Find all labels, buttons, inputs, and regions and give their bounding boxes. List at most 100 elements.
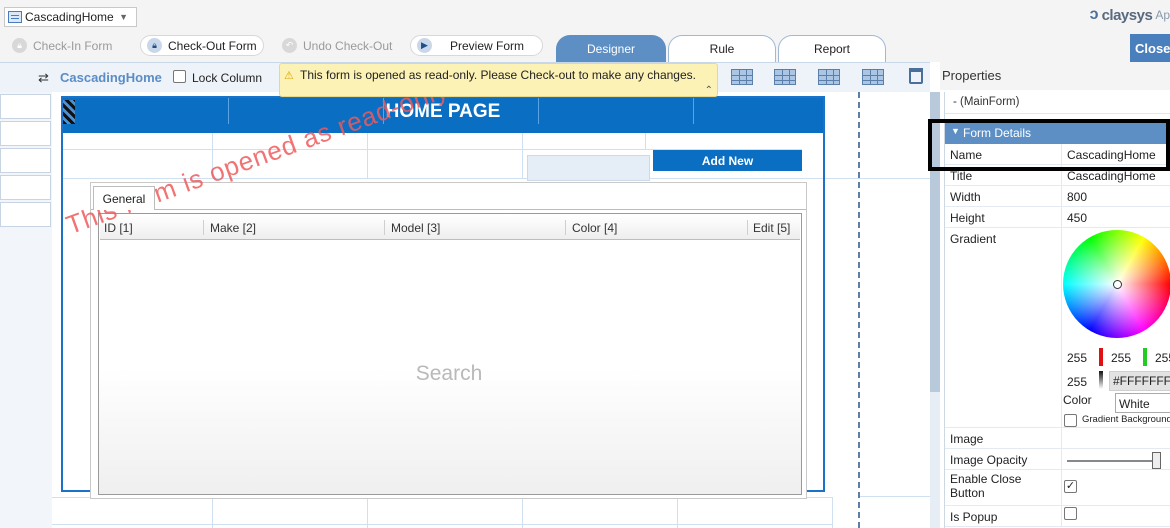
undo-check-out-label: Undo Check-Out [303, 38, 393, 53]
form-frame[interactable]: HOME PAGE Add New General ID [1] Make [2… [61, 96, 825, 499]
property-label: Is Popup [950, 510, 998, 524]
property-divider [1061, 228, 1062, 427]
check-in-label: Check-In Form [33, 38, 113, 53]
warning-icon: ⚠ [284, 70, 294, 82]
brand-name: claysys [1101, 6, 1153, 24]
left-panel-cell[interactable] [0, 94, 51, 119]
main-form-node[interactable]: - (MainForm) [945, 92, 1170, 114]
swap-arrows-icon[interactable]: ⇄ [38, 70, 49, 86]
add-new-button[interactable]: Add New [653, 150, 802, 171]
canvas-scrollbar-thumb[interactable] [930, 92, 940, 392]
tab-report[interactable]: Report [778, 35, 886, 62]
left-panel-cell[interactable] [0, 148, 51, 173]
form-selector-dropdown[interactable]: CascadingHome ▼ [4, 7, 137, 27]
property-label: Gradient [950, 232, 997, 246]
image-opacity-slider[interactable] [1067, 460, 1159, 462]
brand-suffix: Ap [1155, 8, 1170, 22]
property-label: Image Opacity [950, 453, 1028, 467]
property-label: Width [950, 190, 981, 204]
header-band[interactable]: HOME PAGE [63, 98, 823, 124]
add-new-label: Add New [701, 153, 754, 168]
collapse-up-icon[interactable]: ⌃ [705, 85, 713, 96]
left-panel-cell[interactable] [0, 202, 51, 227]
lock-column-label: Lock Column [192, 71, 263, 85]
tab-designer[interactable]: Designer [556, 35, 666, 62]
toolbar: 🔒︎ Check-In Form 🔒︎ Check-Out Form ↶ Und… [0, 34, 1170, 62]
property-row-width: Width 800 [945, 186, 1170, 207]
empty-cell[interactable] [527, 155, 650, 181]
chevron-down-icon: ▼ [119, 12, 128, 22]
property-divider [1061, 207, 1062, 227]
data-grid[interactable]: ID [1] Make [2] Model [3] Color [4] Edit… [98, 213, 802, 495]
lock-column-checkbox[interactable] [173, 70, 186, 83]
gradient-background-label: Gradient Background [1082, 414, 1170, 425]
grid-line [52, 524, 832, 525]
grid-line [677, 497, 678, 528]
layout-grid-icon[interactable] [862, 69, 884, 85]
left-panel-cell[interactable] [0, 175, 51, 200]
readonly-notice-text: This form is opened as read-only. Please… [300, 68, 696, 82]
design-canvas[interactable]: HOME PAGE Add New General ID [1] Make [2… [52, 92, 930, 528]
form-icon [8, 11, 22, 23]
property-label: Image [950, 432, 984, 446]
left-panel-cell[interactable] [0, 121, 51, 146]
color-wheel-selector[interactable] [1113, 280, 1122, 289]
property-value-name[interactable]: CascadingHome [1067, 148, 1156, 162]
column-header-id[interactable]: ID [1] [104, 221, 133, 235]
red-value[interactable]: 255 [1067, 351, 1087, 365]
property-label: Name [950, 148, 983, 162]
tab-general[interactable]: General [93, 186, 155, 210]
lock-icon: 🔒︎ [147, 38, 162, 53]
grid-header: ID [1] Make [2] Model [3] Color [4] Edit… [100, 215, 800, 240]
property-row-title: Title CascadingHome [945, 165, 1170, 186]
property-label: Title [950, 169, 973, 183]
property-value-width[interactable]: 800 [1067, 190, 1087, 204]
close-button[interactable]: Close [1130, 34, 1170, 62]
property-value-height[interactable]: 450 [1067, 211, 1087, 225]
tab-designer-label: Designer [586, 42, 636, 56]
property-row-is-popup: Is Popup [945, 506, 1170, 527]
grid-line [858, 496, 930, 497]
undo-check-out-button[interactable]: ↶ Undo Check-Out [276, 35, 398, 56]
layout-grid-icon[interactable] [774, 69, 796, 85]
color-name-select[interactable]: White [1115, 393, 1170, 413]
alpha-value[interactable]: 255 [1067, 375, 1087, 389]
form-title: CascadingHome [60, 70, 162, 85]
property-divider [1061, 144, 1062, 164]
properties-header: Properties [940, 62, 1170, 90]
property-divider [1061, 186, 1062, 206]
check-out-button[interactable]: 🔒︎ Check-Out Form [140, 35, 264, 56]
tab-report-label: Report [813, 42, 851, 56]
tab-rule[interactable]: Rule [668, 35, 776, 62]
check-out-label: Check-Out Form [168, 38, 257, 53]
is-popup-checkbox[interactable] [1064, 507, 1077, 520]
play-icon: ▶ [417, 38, 432, 53]
form-selector-value: CascadingHome [25, 10, 114, 24]
grid-line [832, 497, 833, 528]
hex-input[interactable]: #FFFFFFFF [1109, 371, 1170, 391]
layout-grid-icon[interactable] [818, 69, 840, 85]
gradient-background-checkbox[interactable] [1064, 414, 1077, 427]
blue-value[interactable]: 255 [1155, 351, 1170, 365]
form-details-section[interactable]: ▼ Form Details [945, 122, 1170, 144]
property-divider [1061, 165, 1062, 185]
green-value[interactable]: 255 [1111, 351, 1131, 365]
layout-grid-icon[interactable] [731, 69, 753, 85]
trash-icon[interactable] [909, 68, 923, 84]
column-header-color[interactable]: Color [4] [572, 221, 617, 235]
property-value-title[interactable]: CascadingHome [1067, 169, 1156, 183]
column-header-make[interactable]: Make [2] [210, 221, 256, 235]
resize-handle-icon[interactable] [63, 100, 75, 124]
alpha-bar [1099, 371, 1103, 389]
lock-icon: 🔒︎ [12, 38, 27, 53]
column-header-edit[interactable]: Edit [5] [753, 221, 790, 235]
enable-close-checkbox[interactable]: ✓ [1064, 480, 1077, 493]
property-divider [1061, 470, 1062, 505]
column-header-model[interactable]: Model [3] [391, 221, 440, 235]
image-opacity-slider-thumb[interactable] [1152, 452, 1161, 469]
top-bar: CascadingHome ▼ ↄ claysys Ap [0, 0, 1170, 34]
preview-form-button[interactable]: ▶ Preview Form [410, 35, 543, 56]
color-label: Color [1063, 393, 1092, 407]
check-in-button[interactable]: 🔒︎ Check-In Form [6, 35, 118, 56]
page-title: HOME PAGE [385, 101, 501, 122]
